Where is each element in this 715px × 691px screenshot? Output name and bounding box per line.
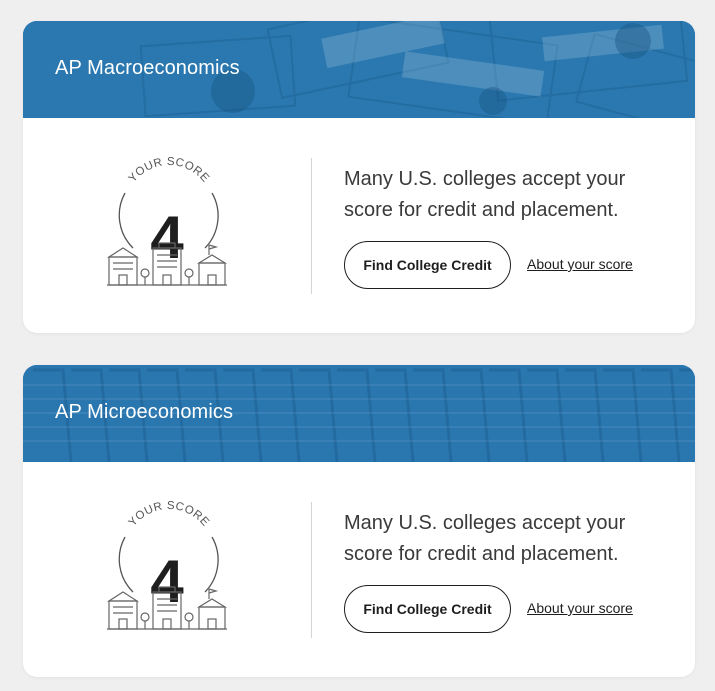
- credit-message: Many U.S. colleges accept your score for…: [344, 168, 626, 221]
- about-your-score-link[interactable]: About your score: [527, 600, 633, 616]
- course-title: AP Microeconomics: [55, 401, 234, 423]
- your-score-label: YOUR SCORE: [127, 156, 212, 185]
- score-card-macroeconomics: AP Macroeconomics YOUR SCORE 4 Many U.S.…: [23, 21, 695, 333]
- card-body: YOUR SCORE 4 Many U.S. colleges accept y…: [23, 462, 695, 677]
- score-ring: [118, 192, 134, 249]
- score-graphic: YOUR SCORE 4: [101, 151, 231, 301]
- vertical-divider: [311, 158, 312, 294]
- card-body: YOUR SCORE 4 Many U.S. colleges accept y…: [23, 118, 695, 333]
- card-banner: AP Microeconomics: [23, 365, 695, 462]
- card-banner: AP Macroeconomics: [23, 21, 695, 118]
- course-title: AP Macroeconomics: [55, 57, 240, 79]
- score-card-microeconomics: AP Microeconomics YOUR SCORE 4 Many U.S.…: [23, 365, 695, 677]
- find-college-credit-button[interactable]: Find College Credit: [344, 585, 511, 633]
- score-ring: [118, 536, 134, 593]
- about-your-score-link[interactable]: About your score: [527, 256, 633, 272]
- your-score-label: YOUR SCORE: [127, 500, 212, 529]
- score-graphic: YOUR SCORE 4: [101, 495, 231, 645]
- vertical-divider: [311, 502, 312, 638]
- credit-message: Many U.S. colleges accept your score for…: [344, 512, 626, 565]
- find-college-credit-button[interactable]: Find College Credit: [344, 241, 511, 289]
